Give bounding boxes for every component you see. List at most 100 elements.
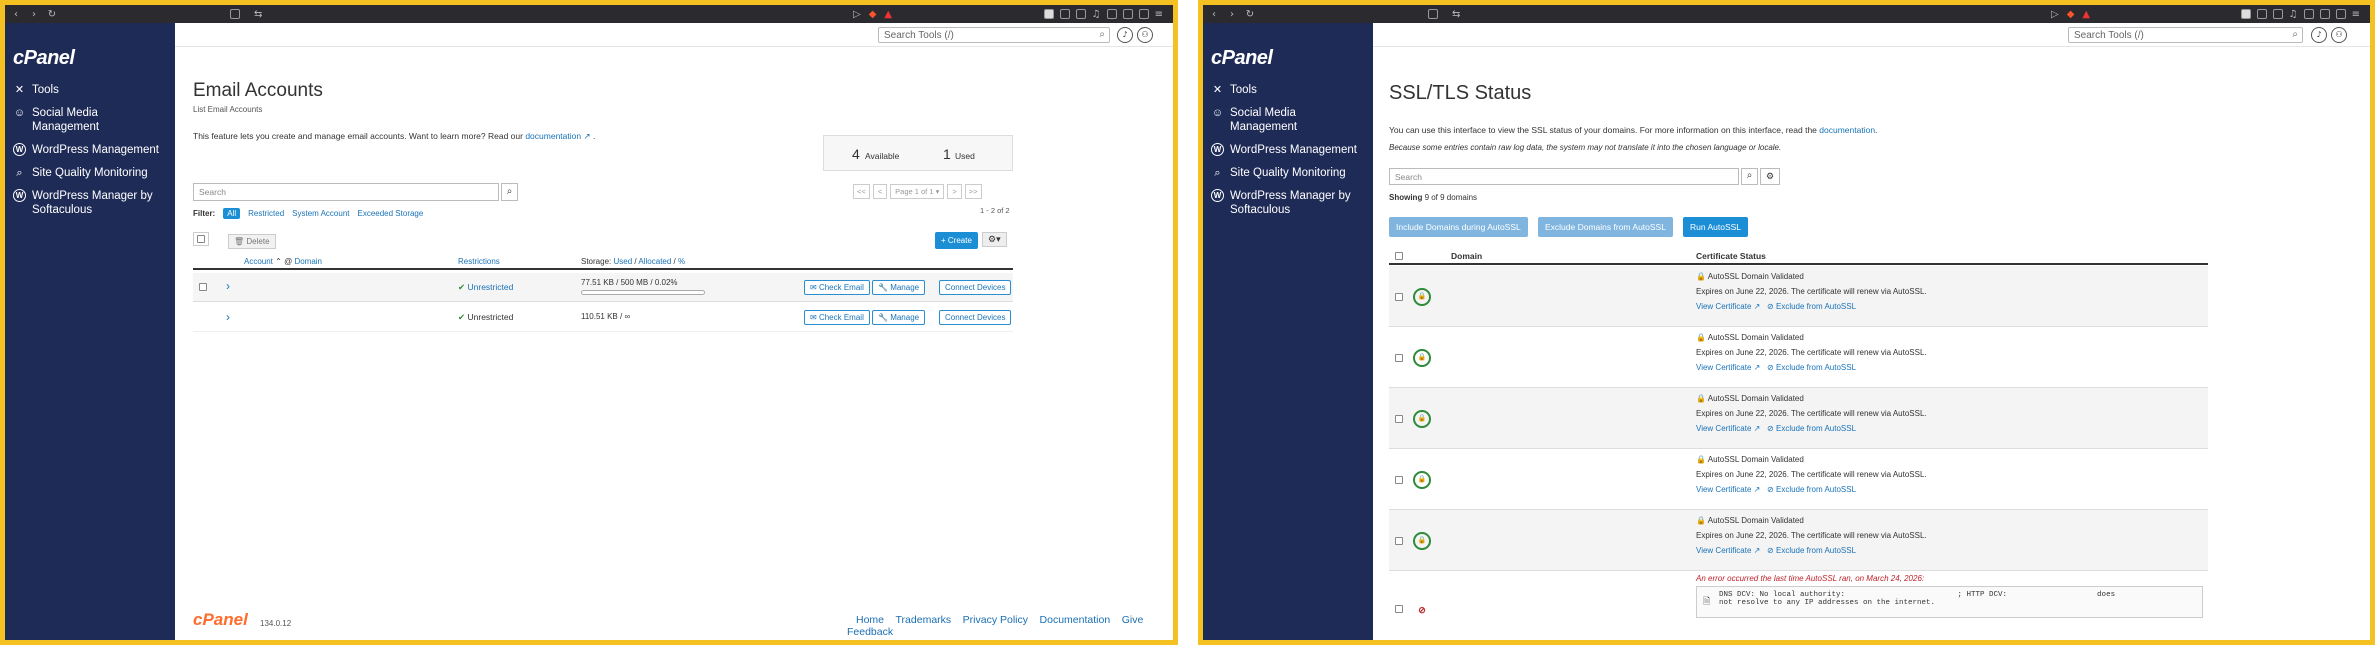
first-page-button[interactable]: << <box>853 184 870 199</box>
domain-search-input[interactable]: Search <box>1389 168 1739 185</box>
table-row[interactable]: 🔒 🔒 AutoSSL Domain Validated Expires on … <box>1389 388 2208 449</box>
wallet-icon[interactable] <box>1122 8 1133 19</box>
site-settings-icon[interactable]: ⇆ <box>254 9 262 20</box>
account-column-header[interactable]: Account ⌃ @ Domain <box>244 257 322 266</box>
site-settings-icon[interactable]: ⇆ <box>1452 9 1460 20</box>
extension-icon[interactable] <box>1059 8 1070 19</box>
connect-devices-button[interactable]: Connect Devices <box>939 310 1012 325</box>
extension-icon[interactable] <box>2272 8 2283 19</box>
extensions-icon[interactable] <box>2335 8 2346 19</box>
exclude-from-autossl-link[interactable]: Exclude from AutoSSL <box>1776 485 1856 494</box>
run-autossl-button[interactable]: Run AutoSSL <box>1683 217 1749 237</box>
view-certificate-link[interactable]: View Certificate <box>1696 546 1751 555</box>
extension-icon[interactable] <box>2256 8 2267 19</box>
sidebar-item-tools[interactable]: ✕ Tools <box>13 83 173 97</box>
row-checkbox[interactable] <box>1395 415 1403 423</box>
notifications-icon[interactable]: ♪ <box>2311 27 2327 43</box>
tools-search-input[interactable]: Search Tools (/) ⌕ <box>878 27 1110 43</box>
sidebar-item-wordpress-manager[interactable]: W WordPress Manager by Softaculous <box>1211 189 1371 217</box>
sidebar-item-wordpress-management[interactable]: W WordPress Management <box>13 143 173 157</box>
sidebar-item-social-media[interactable]: ☺ Social Media Management <box>13 106 173 134</box>
sidebar-item-wordpress-manager[interactable]: W WordPress Manager by Softaculous <box>13 189 173 217</box>
allocated-sort-link[interactable]: Allocated <box>638 257 671 266</box>
email-search-input[interactable]: Search <box>193 183 499 201</box>
table-row[interactable]: 🔒 🔒 AutoSSL Domain Validated Expires on … <box>1389 266 2208 327</box>
select-all-checkbox[interactable] <box>193 232 209 246</box>
reload-icon[interactable]: ↻ <box>47 9 57 20</box>
table-row[interactable]: 🔒 🔒 AutoSSL Domain Validated Expires on … <box>1389 510 2208 571</box>
exclude-from-autossl-link[interactable]: Exclude from AutoSSL <box>1776 546 1856 555</box>
sidebar-item-site-quality[interactable]: ⌕ Site Quality Monitoring <box>1211 166 1371 180</box>
search-icon[interactable]: ⌕ <box>501 183 518 201</box>
user-icon[interactable]: ⚇ <box>2331 27 2347 43</box>
sidebar-item-wordpress-management[interactable]: W WordPress Management <box>1211 143 1371 157</box>
manage-button[interactable]: 🔧 Manage <box>872 280 926 295</box>
brave-shield-icon[interactable]: ◆ <box>869 9 877 20</box>
manage-button[interactable]: 🔧 Manage <box>872 310 926 325</box>
expand-chevron-icon[interactable]: › <box>226 310 230 324</box>
exclude-from-autossl-link[interactable]: Exclude from AutoSSL <box>1776 363 1856 372</box>
exclude-from-autossl-link[interactable]: Exclude from AutoSSL <box>1776 424 1856 433</box>
next-page-button[interactable]: > <box>947 184 962 199</box>
alert-icon[interactable]: ▲ <box>2082 9 2090 20</box>
extension-icon[interactable] <box>1075 8 1086 19</box>
row-checkbox[interactable] <box>199 283 207 291</box>
table-row[interactable]: › ✔ Unrestricted 110.51 KB / ∞ ✉ Check E… <box>193 303 1013 332</box>
domain-sort-link[interactable]: Domain <box>294 257 322 266</box>
view-certificate-link[interactable]: View Certificate <box>1696 424 1751 433</box>
sidebar-icon[interactable] <box>1106 8 1117 19</box>
view-certificate-link[interactable]: View Certificate <box>1696 363 1751 372</box>
menu-icon[interactable]: ≡ <box>2352 9 2360 20</box>
filter-system-account[interactable]: System Account <box>292 209 349 218</box>
media-icon[interactable]: ♫ <box>2289 9 2298 20</box>
sidebar-item-tools[interactable]: ✕ Tools <box>1211 83 1371 97</box>
cpanel-logo[interactable]: cPanel <box>13 47 75 70</box>
settings-gear-icon[interactable]: ⚙▾ <box>982 232 1007 247</box>
select-all-checkbox[interactable] <box>1395 252 1403 260</box>
footer-home-link[interactable]: Home <box>856 614 884 626</box>
table-row[interactable]: 🔒 🔒 AutoSSL Domain Validated Expires on … <box>1389 327 2208 388</box>
account-sort-link[interactable]: Account <box>244 257 273 266</box>
back-icon[interactable]: ‹ <box>1209 9 1219 20</box>
expand-chevron-icon[interactable]: › <box>226 279 230 293</box>
table-row[interactable]: 🔒 🔒 AutoSSL Domain Validated Expires on … <box>1389 449 2208 510</box>
extension-icon[interactable] <box>2240 8 2251 19</box>
row-checkbox[interactable] <box>1395 476 1403 484</box>
percent-sort-link[interactable]: % <box>678 257 685 266</box>
notifications-icon[interactable]: ♪ <box>1117 27 1133 43</box>
forward-icon[interactable]: › <box>1227 9 1237 20</box>
forward-icon[interactable]: › <box>29 9 39 20</box>
row-checkbox[interactable] <box>1395 605 1403 613</box>
sidebar-item-site-quality[interactable]: ⌕ Site Quality Monitoring <box>13 166 173 180</box>
sidebar-item-social-media[interactable]: ☺ Social Media Management <box>1211 106 1371 134</box>
share-icon[interactable]: ▷ <box>853 9 861 20</box>
delete-button[interactable]: 🗑 Delete <box>228 234 276 249</box>
page-select[interactable]: Page 1 of 1 ▾ <box>890 184 945 199</box>
table-row[interactable]: › ✔ Unrestricted 77.51 KB / 500 MB / 0.0… <box>193 273 1013 302</box>
row-checkbox[interactable] <box>1395 354 1403 362</box>
check-email-button[interactable]: ✉ Check Email <box>804 310 870 325</box>
filter-all[interactable]: All <box>223 208 241 219</box>
extensions-icon[interactable] <box>1138 8 1149 19</box>
documentation-link[interactable]: documentation <box>1819 125 1875 135</box>
exclude-domains-button[interactable]: Exclude Domains from AutoSSL <box>1538 217 1673 237</box>
extension-icon[interactable] <box>1043 8 1054 19</box>
brave-shield-icon[interactable]: ◆ <box>2067 9 2075 20</box>
reload-icon[interactable]: ↻ <box>1245 9 1255 20</box>
footer-privacy-link[interactable]: Privacy Policy <box>963 614 1028 626</box>
sidebar-icon[interactable] <box>2303 8 2314 19</box>
connect-devices-button[interactable]: Connect Devices <box>939 280 1012 295</box>
back-icon[interactable]: ‹ <box>11 9 21 20</box>
alert-icon[interactable]: ▲ <box>884 9 892 20</box>
filter-restricted[interactable]: Restricted <box>248 209 284 218</box>
user-icon[interactable]: ⚇ <box>1137 27 1153 43</box>
footer-documentation-link[interactable]: Documentation <box>1040 614 1111 626</box>
check-email-button[interactable]: ✉ Check Email <box>804 280 870 295</box>
prev-page-button[interactable]: < <box>872 184 888 199</box>
view-certificate-link[interactable]: View Certificate <box>1696 302 1751 311</box>
last-page-button[interactable]: >> <box>964 184 982 199</box>
used-sort-link[interactable]: Used <box>613 257 632 266</box>
include-domains-button[interactable]: Include Domains during AutoSSL <box>1389 217 1528 237</box>
search-options-gear-icon[interactable]: ⚙ <box>1760 168 1780 185</box>
create-button[interactable]: + Create <box>935 232 978 249</box>
